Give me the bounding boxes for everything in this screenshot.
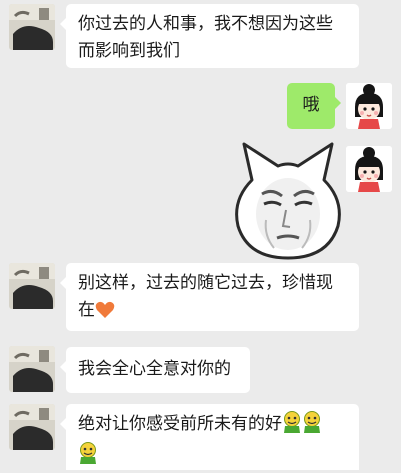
message-text: 绝对让你感受前所未有的好 [78,414,282,434]
message-text: 哦 [302,95,320,115]
message-text: 别这样，过去的随它过去，珍惜现在 [78,273,333,320]
contact-avatar[interactable] [9,4,55,50]
contact-avatar-photo-icon [9,263,55,309]
message-bubble-incoming[interactable]: 你过去的人和事，我不想因为这些而影响到我们 [60,4,359,68]
contact-avatar-photo-icon [9,346,55,392]
green-face-emoji-icon [282,411,302,442]
my-avatar[interactable] [346,146,392,192]
contact-avatar-photo-icon [9,404,55,450]
contact-avatar-photo-icon [9,4,55,50]
green-face-emoji-icon [78,442,98,473]
message-bubble-incoming[interactable]: 我会全心全意对你的 [60,347,250,393]
message-text: 你过去的人和事，我不想因为这些而影响到我们 [78,14,333,61]
cartoon-girl-avatar-icon [346,83,392,129]
message-text: 我会全心全意对你的 [78,359,231,379]
orange-heart-icon [95,301,115,328]
message-bubble-incoming[interactable]: 别这样，过去的随它过去，珍惜现在 [60,263,359,331]
contact-avatar[interactable] [9,263,55,309]
cartoon-girl-avatar-icon [346,146,392,192]
contact-avatar[interactable] [9,404,55,450]
green-face-emoji-icon [302,411,322,442]
cat-face-meme-sticker [235,142,341,260]
meme-sticker[interactable] [228,140,348,262]
message-bubble-outgoing[interactable]: 哦 [287,83,341,129]
my-avatar[interactable] [346,83,392,129]
contact-avatar[interactable] [9,346,55,392]
message-bubble-incoming[interactable]: 绝对让你感受前所未有的好 [60,404,359,473]
